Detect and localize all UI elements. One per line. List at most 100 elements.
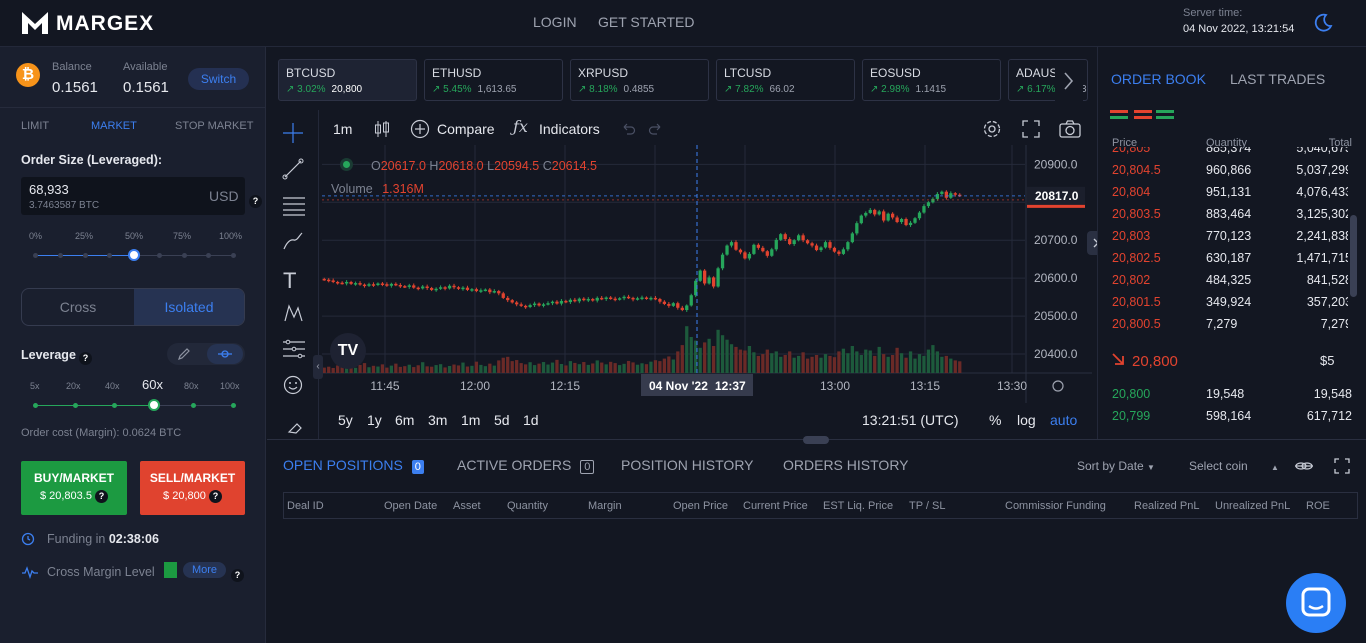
order-size-slider[interactable]: [33, 249, 236, 263]
slider-mode-icon[interactable]: [207, 344, 243, 364]
percent-toggle[interactable]: %: [989, 412, 1001, 428]
eraser-icon[interactable]: [287, 418, 303, 437]
range-1d[interactable]: 1d: [523, 412, 539, 428]
fullscreen-icon[interactable]: [1021, 119, 1041, 142]
ask-row[interactable]: 20,802.5 630,187 1,471,715: [1112, 247, 1348, 269]
help-icon[interactable]: ?: [249, 193, 262, 208]
volume-bar: [622, 363, 626, 373]
volume-bar: [447, 365, 452, 373]
sort-dropdown[interactable]: Sort by Date ▼: [1077, 459, 1155, 473]
tab-order-book[interactable]: ORDER BOOK: [1111, 71, 1206, 87]
link-icon[interactable]: [1294, 459, 1314, 476]
tab-position-history[interactable]: POSITION HISTORY: [621, 457, 754, 473]
ticker-change: ↗ 2.98% 1.1415: [870, 84, 946, 95]
plus-circle-icon[interactable]: [410, 119, 430, 142]
ask-row[interactable]: 20,803.5 883,464 3,125,302: [1112, 203, 1348, 225]
compare-button[interactable]: Compare: [437, 121, 495, 137]
margex-logo-icon[interactable]: [20, 10, 50, 39]
bid-row[interactable]: 20,799 598,164 617,712: [1112, 405, 1352, 427]
tab-market[interactable]: MARKET: [91, 120, 137, 132]
bid-row[interactable]: 20,800 19,548 19,548: [1112, 383, 1352, 405]
ask-row[interactable]: 20,800.5 7,279 7,279: [1112, 313, 1348, 335]
brush-icon[interactable]: [282, 230, 304, 255]
resize-handle[interactable]: [803, 436, 829, 444]
tab-last-trades[interactable]: LAST TRADES: [1230, 71, 1325, 87]
h-value: 20618.0: [438, 159, 484, 173]
text-tool-icon[interactable]: T: [283, 268, 296, 294]
scrollbar[interactable]: [1350, 215, 1357, 297]
isolated-option[interactable]: Isolated: [134, 289, 244, 325]
undo-icon[interactable]: [620, 121, 636, 140]
range-3m[interactable]: 3m: [428, 412, 447, 428]
order-size-marks: 0% 25% 50% 75% 100%: [29, 231, 242, 245]
help-icon[interactable]: ?: [79, 350, 92, 365]
leverage-slider[interactable]: [33, 399, 236, 413]
help-icon[interactable]: ?: [208, 490, 222, 503]
cross-option[interactable]: Cross: [22, 289, 134, 325]
chevron-right-icon[interactable]: [1055, 61, 1083, 101]
range-5d[interactable]: 5d: [494, 412, 510, 428]
ask-row[interactable]: 20,804.5 960,866 5,037,299: [1112, 159, 1348, 181]
trend-up-icon: ↗: [1016, 84, 1028, 95]
indicators-button[interactable]: Indicators: [539, 121, 600, 137]
range-5y[interactable]: 5y: [338, 412, 353, 428]
measure-icon[interactable]: [282, 338, 306, 363]
crosshair-icon[interactable]: [282, 122, 304, 147]
fib-icon[interactable]: [282, 194, 306, 219]
ask-row[interactable]: 20,801.5 349,924 357,203: [1112, 291, 1348, 313]
tab-open-positions[interactable]: OPEN POSITIONS 0: [283, 457, 424, 474]
slider-thumb[interactable]: [128, 249, 140, 261]
ticker-btcusd[interactable]: BTCUSD ↗ 3.02% 20,800: [278, 59, 417, 101]
fx-icon[interactable]: ƒx: [513, 117, 528, 136]
chat-support-button[interactable]: [1286, 573, 1346, 633]
interval-button[interactable]: 1m: [333, 121, 352, 137]
ask-row[interactable]: 20,804 951,131 4,076,433: [1112, 181, 1348, 203]
candle-type-icon[interactable]: [373, 119, 391, 142]
settings-gear-icon[interactable]: [981, 118, 1003, 143]
server-time-label: Server time:: [1183, 7, 1243, 19]
log-toggle[interactable]: log: [1017, 412, 1036, 428]
ask-row[interactable]: 20,805 885,374 5,040,675: [1112, 147, 1348, 159]
trendline-icon[interactable]: [282, 158, 304, 183]
volume-bar: [586, 364, 590, 373]
tab-active-orders[interactable]: ACTIVE ORDERS 0: [457, 457, 595, 474]
pencil-icon[interactable]: [177, 347, 191, 364]
tradingview-logo-icon[interactable]: TV: [330, 333, 366, 369]
tab-orders-history[interactable]: ORDERS HISTORY: [783, 457, 909, 473]
ticker-ethusd[interactable]: ETHUSD ↗ 5.45% 1,613.65: [424, 59, 563, 101]
more-button[interactable]: More: [183, 562, 226, 578]
range-6m[interactable]: 6m: [395, 412, 414, 428]
ask-row[interactable]: 20,802 484,325 841,528: [1112, 269, 1348, 291]
moon-icon[interactable]: [1313, 13, 1333, 36]
switch-button[interactable]: Switch: [188, 68, 249, 90]
camera-icon[interactable]: [1058, 119, 1082, 142]
redo-icon[interactable]: [648, 121, 664, 140]
auto-toggle[interactable]: auto: [1050, 412, 1077, 428]
buy-market-button[interactable]: BUY/MARKET $ 20,803.5 ?: [21, 461, 127, 515]
login-link[interactable]: LOGIN: [533, 14, 577, 30]
tab-limit[interactable]: LIMIT: [21, 120, 49, 132]
slider-thumb[interactable]: [147, 399, 160, 411]
book-asks-icon[interactable]: [1134, 109, 1152, 123]
ticker-eosusd[interactable]: EOSUSD ↗ 2.98% 1.1415: [862, 59, 1001, 101]
ticker-xrpusd[interactable]: XRPUSD ↗ 8.18% 0.4855: [570, 59, 709, 101]
sell-market-button[interactable]: SELL/MARKET $ 20,800 ?: [140, 461, 245, 515]
emoji-icon[interactable]: [282, 374, 304, 399]
pattern-icon[interactable]: [282, 302, 304, 327]
column-header: Commissior Funding: [1005, 500, 1106, 512]
book-both-icon[interactable]: [1110, 109, 1128, 123]
select-coin-dropdown[interactable]: Select coin ▲: [1189, 459, 1279, 473]
help-icon[interactable]: ?: [231, 567, 244, 582]
collapse-left-icon[interactable]: ‹: [313, 355, 323, 379]
order-size-input[interactable]: 68,933 3.7463587 BTC USD: [21, 177, 245, 215]
book-bids-icon[interactable]: [1156, 109, 1174, 123]
get-started-link[interactable]: GET STARTED: [598, 14, 694, 30]
ticker-ltcusd[interactable]: LTCUSD ↗ 7.82% 66.02: [716, 59, 855, 101]
price-chart[interactable]: 20900.0 20700.0 20600.0 20500.0 20400.0 11:45…: [322, 145, 1092, 403]
range-1y[interactable]: 1y: [367, 412, 382, 428]
ask-row[interactable]: 20,803 770,123 2,241,838: [1112, 225, 1348, 247]
help-icon[interactable]: ?: [95, 490, 109, 503]
range-1m[interactable]: 1m: [461, 412, 480, 428]
expand-icon[interactable]: [1334, 458, 1350, 477]
tab-stop-market[interactable]: STOP MARKET: [175, 120, 253, 132]
